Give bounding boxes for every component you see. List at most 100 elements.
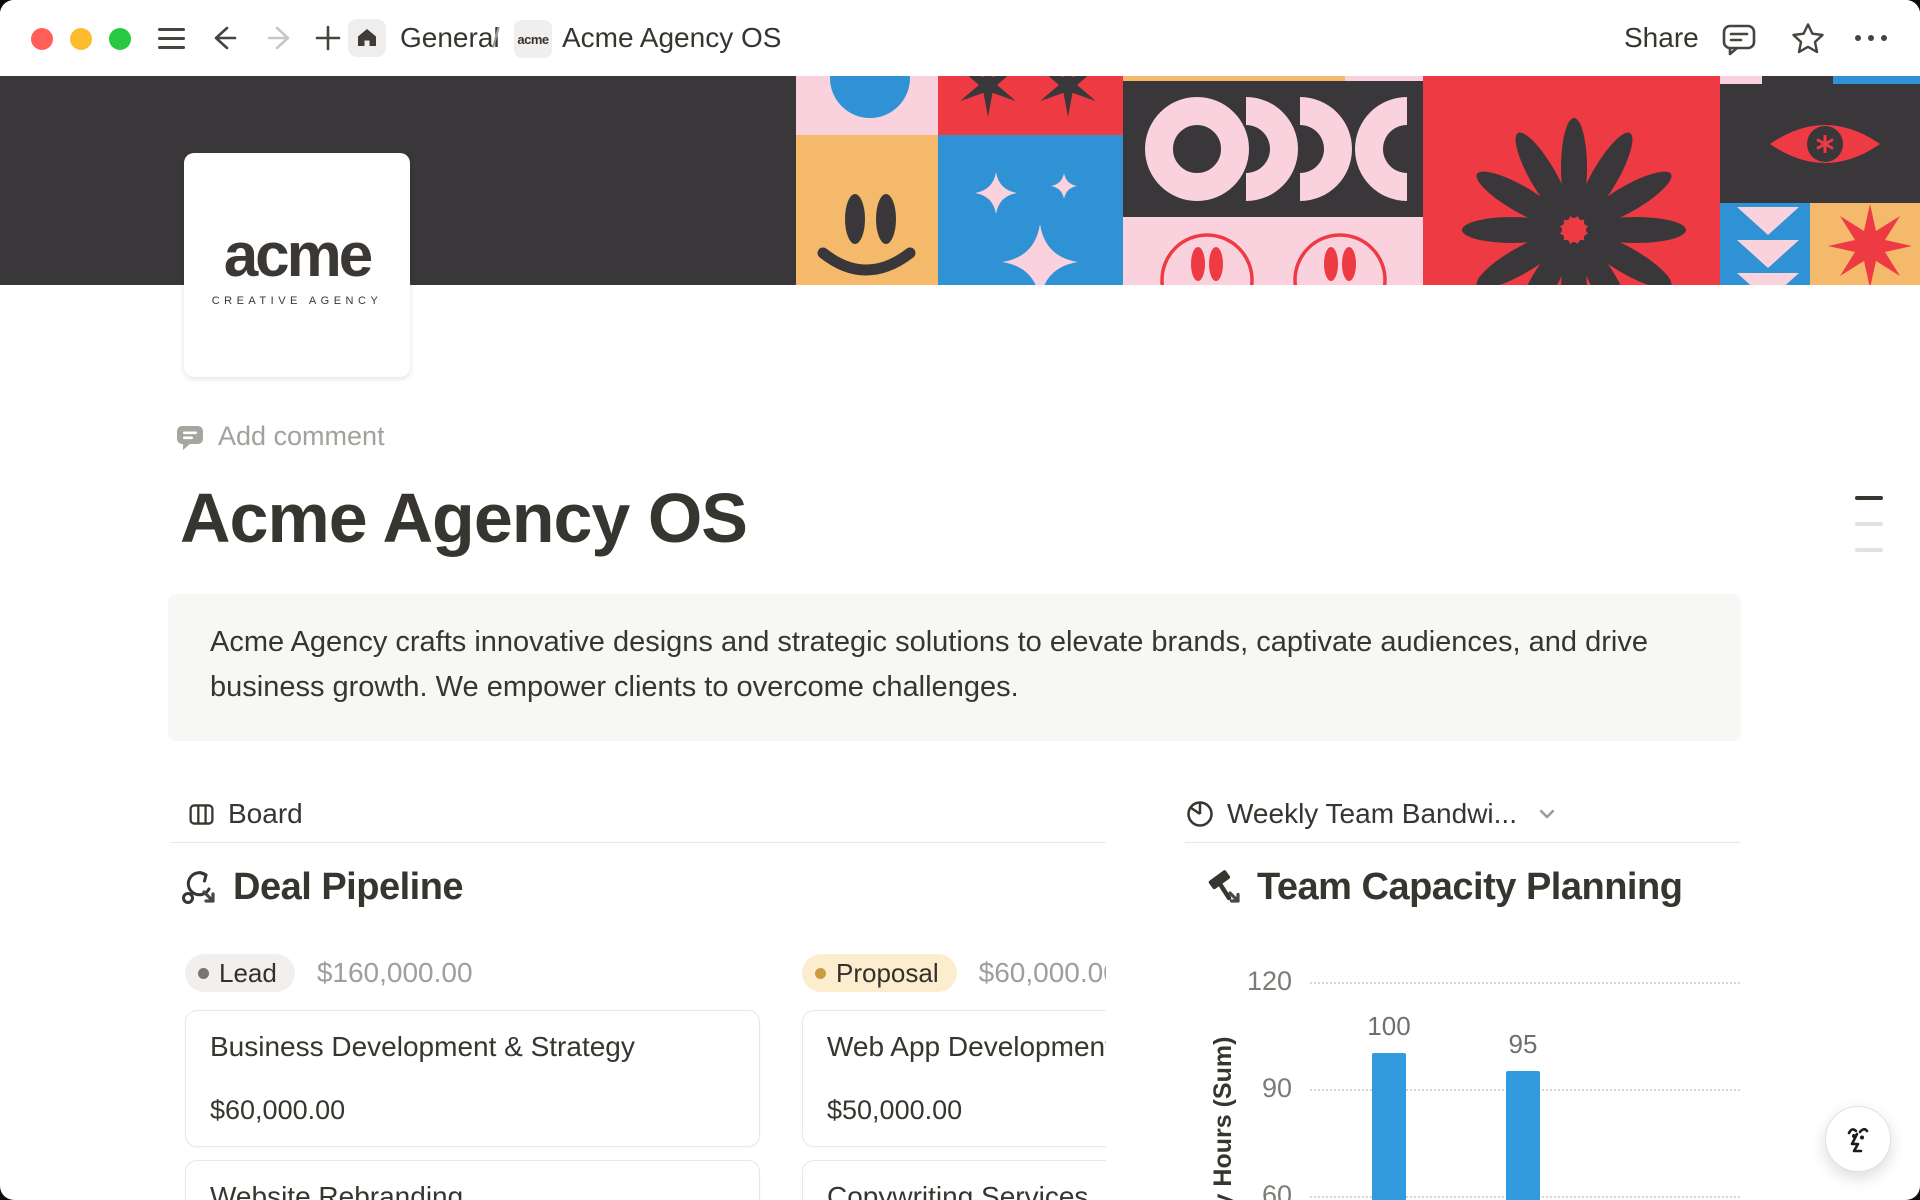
cover-strip-blue <box>1833 76 1920 84</box>
board-card[interactable]: Business Development & Strategy $60,000.… <box>185 1010 760 1147</box>
board-card[interactable]: Web App Development $50,000.00 <box>802 1010 1106 1147</box>
chart-bar <box>1506 1071 1540 1200</box>
comment-icon <box>1720 20 1758 58</box>
plus-icon <box>312 22 344 54</box>
smiley-face-icon <box>796 135 938 285</box>
ai-assistant-button[interactable] <box>1825 1106 1891 1172</box>
tab-board-view[interactable]: Board <box>187 798 303 830</box>
card-title: Business Development & Strategy <box>210 1031 635 1063</box>
cover-tile-starburst <box>1810 203 1920 285</box>
card-title: Copywriting Services <box>827 1181 1088 1200</box>
ring-crescent-shapes <box>1123 81 1423 217</box>
eye-shape <box>1720 76 1920 203</box>
cover-tile-pink-smileys <box>1123 217 1423 285</box>
triangle-shapes <box>1720 203 1810 285</box>
chart-tick-label: 120 <box>1212 966 1292 997</box>
circle-shape <box>830 76 910 118</box>
comments-button[interactable] <box>1720 20 1758 63</box>
favorite-button[interactable] <box>1789 20 1827 63</box>
zoom-window-button[interactable] <box>109 28 131 50</box>
card-title: Web App Development <box>827 1031 1106 1063</box>
chevron-down-icon <box>1535 802 1559 826</box>
tag-dot <box>815 968 826 979</box>
tag-label: Proposal <box>836 958 939 989</box>
star-icon <box>1789 20 1827 58</box>
new-tab-button[interactable] <box>310 20 346 56</box>
share-button[interactable]: Share <box>1624 22 1699 54</box>
breadcrumb-page[interactable]: Acme Agency OS <box>562 22 781 54</box>
add-comment-label: Add comment <box>218 421 385 452</box>
chart-section-divider <box>1185 842 1740 843</box>
cover-tile-triangles <box>1720 203 1810 285</box>
board-card[interactable]: Copywriting Services <box>802 1160 1106 1200</box>
more-options-button[interactable] <box>1851 30 1891 51</box>
page-icon-badge[interactable]: acme <box>514 20 552 58</box>
team-capacity-heading[interactable]: Team Capacity Planning <box>1204 866 1682 909</box>
cover-tile-blue-circle <box>796 76 938 135</box>
kanban-board: Lead $160,000.00 Business Development & … <box>170 948 1106 1200</box>
minimize-window-button[interactable] <box>70 28 92 50</box>
hammer-icon <box>1204 868 1244 908</box>
chart-bar <box>1372 1053 1406 1200</box>
cover-tile-flower <box>1423 76 1720 285</box>
acme-wordmark: acme <box>224 225 371 287</box>
callout-block[interactable]: Acme Agency crafts innovative designs an… <box>168 594 1741 741</box>
ellipsis-icon <box>1851 30 1891 46</box>
arrow-left-icon <box>207 21 241 55</box>
ai-face-icon <box>1839 1120 1877 1158</box>
chart-gridline <box>1310 982 1740 984</box>
board-section-divider <box>170 842 1106 843</box>
back-button[interactable] <box>206 20 242 56</box>
table-of-contents-indicator[interactable] <box>1855 496 1883 574</box>
column-total: $60,000.00 <box>979 957 1106 989</box>
sidebar-menu-icon[interactable] <box>158 28 185 49</box>
callout-text: Acme Agency crafts innovative designs an… <box>210 626 1648 703</box>
pie-chart-icon <box>1185 799 1215 829</box>
breadcrumb-root[interactable]: General <box>400 22 500 54</box>
cover-tile-smiley <box>796 135 938 285</box>
page-title[interactable]: Acme Agency OS <box>180 478 747 558</box>
tag-label: Lead <box>219 958 277 989</box>
toc-line <box>1855 496 1883 500</box>
card-amount: $50,000.00 <box>827 1095 962 1126</box>
cover-tile-eye <box>1720 76 1920 203</box>
chart-bar-value: 100 <box>1344 1011 1434 1042</box>
card-amount: $60,000.00 <box>210 1095 345 1126</box>
cover-tile-leaf-stars <box>938 76 1123 135</box>
cover-tile-oddc <box>1123 81 1423 217</box>
app-window: General / acme Acme Agency OS Share <box>0 0 1920 1200</box>
chart-bar-value: 95 <box>1478 1029 1568 1060</box>
window-titlebar: General / acme Acme Agency OS Share <box>0 0 1920 76</box>
status-tag-lead[interactable]: Lead <box>185 954 295 992</box>
close-window-button[interactable] <box>31 28 53 50</box>
board-tab-label: Board <box>228 798 303 830</box>
board-view-icon <box>187 800 216 829</box>
recurring-database-icon <box>180 868 220 908</box>
comment-filled-icon <box>175 422 205 452</box>
acme-tagline: CREATIVE AGENCY <box>212 295 383 307</box>
page-icon-card[interactable]: acme CREATIVE AGENCY <box>184 153 410 377</box>
flower-shape <box>1423 76 1720 285</box>
home-button[interactable] <box>348 19 386 57</box>
tag-dot <box>198 968 209 979</box>
breadcrumb-separator: / <box>492 22 500 54</box>
chart-tab-label: Weekly Team Bandwi... <box>1227 798 1517 830</box>
cover-tile-sparkles <box>938 135 1123 285</box>
board-card[interactable]: Website Rebranding <box>185 1160 760 1200</box>
add-comment-button[interactable]: Add comment <box>175 421 385 452</box>
home-icon <box>356 27 378 49</box>
forward-button[interactable] <box>262 20 298 56</box>
arrow-right-icon <box>263 21 297 55</box>
toc-line <box>1855 548 1883 552</box>
outline-smiley-shapes <box>1123 217 1423 285</box>
column-total: $160,000.00 <box>317 957 473 989</box>
deal-pipeline-title: Deal Pipeline <box>233 866 463 909</box>
card-title: Website Rebranding <box>210 1181 463 1200</box>
cover-strip-pink-2 <box>1720 76 1762 84</box>
chart-y-axis-label: y Hours (Sum) <box>1209 1022 1235 1200</box>
deal-pipeline-heading[interactable]: Deal Pipeline <box>180 866 463 909</box>
tab-chart-view[interactable]: Weekly Team Bandwi... <box>1185 798 1559 830</box>
status-tag-proposal[interactable]: Proposal <box>802 954 957 992</box>
team-capacity-title: Team Capacity Planning <box>1257 866 1682 909</box>
page-icon-text: acme <box>517 32 548 47</box>
